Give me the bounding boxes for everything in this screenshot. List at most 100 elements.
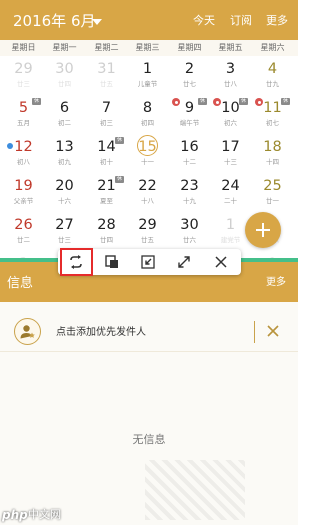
add-contact-icon xyxy=(14,318,41,345)
day-cell[interactable]: 21 夏至休 xyxy=(86,173,127,212)
day-number: 6 xyxy=(59,100,70,116)
day-cell[interactable]: 1 儿童节 xyxy=(127,56,168,95)
watermark-php-text: php xyxy=(2,508,28,522)
lunar-date: 十二 xyxy=(183,158,196,166)
day-number: 25 xyxy=(263,178,282,194)
maximize-window-button[interactable] xyxy=(171,252,197,272)
day-cell[interactable]: 4 廿九 xyxy=(252,56,293,95)
weekday-label: 星期五 xyxy=(218,43,243,52)
lunar-date: 夏至 xyxy=(100,197,113,205)
empty-state-text: 无信息 xyxy=(132,433,166,446)
day-cell[interactable]: 3 廿八 xyxy=(210,56,251,95)
day-cell[interactable]: 14 初十休 xyxy=(86,134,127,173)
weekday-label: 星期四 xyxy=(177,43,202,52)
priority-sender-row[interactable]: 点击添加优先发件人 xyxy=(0,312,298,352)
day-cell[interactable]: 23 十九 xyxy=(169,173,210,212)
day-number: 8 xyxy=(142,100,153,116)
lunar-date: 廿三 xyxy=(17,80,30,88)
close-window-button[interactable] xyxy=(208,252,234,272)
day-cell[interactable]: 9 端午节休 xyxy=(169,95,210,134)
lunar-date: 初八 xyxy=(17,158,30,166)
lunar-date: 初十 xyxy=(100,158,113,166)
close-icon[interactable] xyxy=(265,323,281,339)
chevron-down-icon[interactable] xyxy=(92,19,102,25)
weekday-label: 星期日 xyxy=(11,43,36,52)
lunar-date: 廿二 xyxy=(17,236,30,244)
today-button[interactable]: 今天 xyxy=(193,14,215,28)
day-cell[interactable]: 6 初二 xyxy=(44,95,85,134)
day-cell[interactable]: 29 廿三 xyxy=(3,56,44,95)
lunar-date: 十一 xyxy=(141,158,154,166)
day-number: 26 xyxy=(14,217,33,233)
weekday-label: 星期一 xyxy=(52,43,77,52)
day-number: 31 xyxy=(97,61,116,77)
lunar-date: 建党节 xyxy=(220,236,241,244)
day-cell[interactable]: 31 廿五 xyxy=(86,56,127,95)
event-dot-icon xyxy=(255,98,263,106)
day-number: 18 xyxy=(263,139,282,155)
minimize-window-button[interactable] xyxy=(135,252,161,272)
add-event-button[interactable] xyxy=(245,212,281,248)
day-number: 24 xyxy=(221,178,240,194)
day-number: 29 xyxy=(138,217,157,233)
day-cell[interactable]: 30 廿六 xyxy=(169,212,210,251)
lunar-date: 廿五 xyxy=(141,236,154,244)
weekday-row: 星期日 星期一 星期二 星期三 星期四 星期五 星期六 xyxy=(0,40,298,56)
lunar-date: 十三 xyxy=(224,158,237,166)
day-cell[interactable]: 27 廿三 xyxy=(44,212,85,251)
lunar-date: 廿八 xyxy=(224,80,237,88)
lunar-date: 父亲节 xyxy=(13,197,34,205)
holiday-badge: 休 xyxy=(115,137,124,144)
day-cell[interactable]: 8 初四 xyxy=(127,95,168,134)
day-cell[interactable]: 20 十六 xyxy=(44,173,85,212)
day-cell[interactable]: 13 初九 xyxy=(44,134,85,173)
day-cell[interactable]: 22 十八 xyxy=(127,173,168,212)
day-cell[interactable]: 30 廿四 xyxy=(44,56,85,95)
day-number: 23 xyxy=(180,178,199,194)
weekday-label: 星期三 xyxy=(135,43,160,52)
day-cell[interactable]: 19 父亲节 xyxy=(3,173,44,212)
day-cell[interactable]: 10 初六休 xyxy=(210,95,251,134)
holiday-badge: 休 xyxy=(198,98,207,105)
lunar-date: 初七 xyxy=(266,119,279,127)
lunar-date: 端午节 xyxy=(179,119,200,127)
subscribe-button[interactable]: 订阅 xyxy=(230,14,252,28)
day-cell[interactable]: 17 十三 xyxy=(210,134,251,173)
day-number: 16 xyxy=(180,139,199,155)
day-cell[interactable]: 28 廿四 xyxy=(86,212,127,251)
day-cell[interactable]: 18 十四 xyxy=(252,134,293,173)
lunar-date: 廿五 xyxy=(100,80,113,88)
calendar-header: 2016年 6月 今天 订阅 更多 xyxy=(0,0,298,40)
event-dot-icon xyxy=(172,98,180,106)
day-cell[interactable]: 15 十一 xyxy=(127,134,168,173)
day-cell[interactable]: 2 廿七 xyxy=(169,56,210,95)
more-button[interactable]: 更多 xyxy=(266,14,288,28)
day-number: 19 xyxy=(14,178,33,194)
lunar-date: 十八 xyxy=(141,197,154,205)
day-cell[interactable]: 7 初三 xyxy=(86,95,127,134)
lunar-date: 廿四 xyxy=(100,236,113,244)
day-number: 17 xyxy=(221,139,240,155)
lunar-date: 十九 xyxy=(183,197,196,205)
day-cell[interactable]: 26 廿二 xyxy=(3,212,44,251)
info-more-button[interactable]: 更多 xyxy=(266,276,286,289)
info-title: 信息 xyxy=(7,276,34,291)
day-number: 30 xyxy=(55,61,74,77)
day-cell[interactable]: 25 廿一 xyxy=(252,173,293,212)
day-cell[interactable]: 16 十二 xyxy=(169,134,210,173)
lunar-date: 儿童节 xyxy=(137,80,158,88)
day-cell[interactable]: 12 初八 xyxy=(3,134,44,173)
day-cell[interactable]: 24 二十 xyxy=(210,173,251,212)
maximize-window-icon xyxy=(178,256,190,268)
lunar-date: 初九 xyxy=(58,158,71,166)
day-cell[interactable]: 29 廿五 xyxy=(127,212,168,251)
day-number: 1 xyxy=(142,61,153,77)
day-cell[interactable]: 11 初七休 xyxy=(252,95,293,134)
day-number: 30 xyxy=(180,217,199,233)
month-title[interactable]: 2016年 6月 xyxy=(13,12,96,30)
drag-and-drop-button[interactable] xyxy=(99,252,125,272)
day-cell[interactable]: 5 五月休 xyxy=(3,95,44,134)
lunar-date: 廿三 xyxy=(58,236,71,244)
minimize-window-icon xyxy=(141,255,155,269)
day-number: 7 xyxy=(101,100,112,116)
